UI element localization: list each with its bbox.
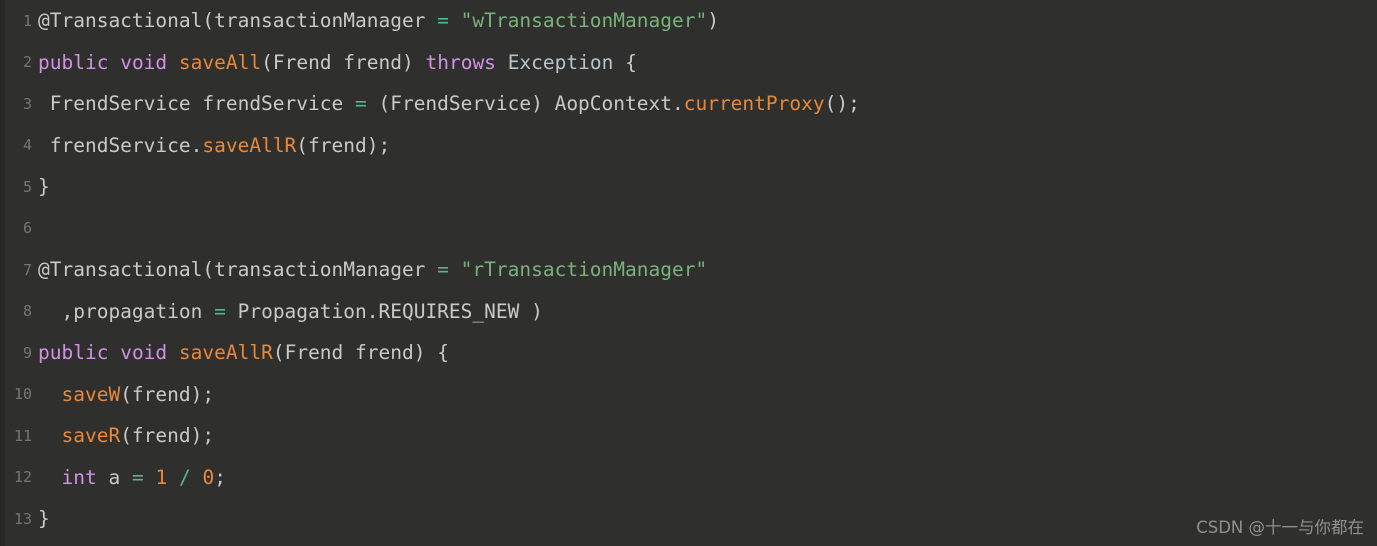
line-content[interactable]: frendService.saveAllR(frend);	[38, 134, 1377, 157]
code-token-operator: =	[437, 258, 449, 282]
code-token-plain: (frend);	[296, 133, 391, 157]
code-line[interactable]: 3 FrendService frendService = (FrendServ…	[0, 83, 1377, 125]
line-number: 5	[22, 177, 32, 196]
code-token-method: saveR	[61, 424, 121, 448]
code-token-plain: @Transactional(transactionManager	[38, 9, 438, 33]
line-number: 10	[13, 385, 32, 404]
line-content[interactable]: int a = 1 / 0;	[38, 466, 1377, 489]
line-number: 9	[22, 343, 32, 362]
code-token-type: Exception	[507, 50, 614, 74]
code-token-method: saveAllR	[178, 341, 273, 365]
code-token-plain: Propagation.REQUIRES_NEW )	[225, 299, 543, 323]
code-line[interactable]: 7 @Transactional(transactionManager = "rT…	[0, 249, 1377, 291]
line-number: 13	[13, 509, 32, 528]
code-token-method: saveW	[61, 382, 121, 406]
line-number: 3	[22, 94, 32, 113]
code-token-number: 1	[155, 465, 168, 489]
code-token-operator: =	[354, 92, 367, 116]
code-token-keyword: void	[120, 50, 168, 74]
code-line[interactable]: 6	[0, 208, 1377, 250]
line-content[interactable]: @Transactional(transactionManager = "rTr…	[38, 258, 1377, 281]
code-token-plain: ;	[214, 465, 226, 489]
code-line[interactable]: 9 public void saveAllR(Frend frend) {	[0, 332, 1377, 374]
line-number: 4	[22, 136, 32, 155]
code-line[interactable]: 1 @Transactional(transactionManager = "wT…	[0, 0, 1377, 42]
code-token-keyword: void	[120, 341, 168, 365]
code-token-method: saveAllR	[202, 133, 297, 157]
code-line[interactable]: 2 public void saveAll(Frend frend) throws…	[0, 42, 1377, 84]
code-token-plain: (Frend frend) {	[272, 341, 449, 365]
line-content[interactable]: }	[38, 175, 1377, 198]
line-number: 1	[22, 11, 32, 30]
code-token-plain: }	[38, 175, 50, 199]
line-content[interactable]: public void saveAll(Frend frend) throws …	[38, 51, 1377, 74]
code-token-variable: a	[108, 465, 121, 489]
code-token-keyword: throws	[425, 50, 496, 74]
code-token-keyword: public	[38, 341, 109, 365]
line-content[interactable]: saveW(frend);	[38, 383, 1377, 406]
code-line[interactable]: 12 int a = 1 / 0;	[0, 457, 1377, 499]
line-number: 7	[22, 260, 32, 279]
line-content[interactable]: ,propagation = Propagation.REQUIRES_NEW …	[38, 300, 1377, 323]
line-number: 11	[13, 426, 32, 445]
line-content[interactable]: FrendService frendService = (FrendServic…	[38, 92, 1377, 115]
code-token-operator: =	[214, 299, 226, 323]
csdn-watermark: CSDN @十一与你都在	[1196, 518, 1364, 537]
code-token-string: "wTransactionManager"	[460, 9, 708, 33]
code-token-plain: (Frend frend)	[261, 50, 426, 74]
line-number: 8	[22, 302, 32, 321]
code-editor[interactable]: 1 @Transactional(transactionManager = "wT…	[0, 0, 1377, 546]
code-token-method: saveAll	[178, 50, 262, 74]
code-token-plain: @Transactional(transactionManager	[38, 258, 438, 282]
line-number: 2	[22, 53, 32, 72]
code-token-plain: (FrendService) AopContext.	[366, 92, 684, 116]
code-token-plain: ,propagation	[38, 299, 215, 323]
code-line[interactable]: 13}	[0, 498, 1377, 540]
code-line-list: 1 @Transactional(transactionManager = "wT…	[0, 0, 1377, 540]
code-token-plain: {	[613, 50, 637, 74]
code-token-plain: frendService.	[38, 133, 203, 157]
line-content[interactable]: }	[38, 507, 1377, 530]
code-token-plain: (frend);	[120, 424, 215, 448]
code-token-method: currentProxy	[683, 92, 825, 116]
code-token-keyword: public	[38, 50, 109, 74]
code-token-number: 0	[202, 465, 215, 489]
line-content[interactable]: saveR(frend);	[38, 424, 1377, 447]
code-token-plain: (frend);	[120, 382, 215, 406]
code-line[interactable]: 8 ,propagation = Propagation.REQUIRES_NE…	[0, 291, 1377, 333]
code-token-operator: /	[178, 465, 191, 489]
code-token-operator: =	[131, 465, 144, 489]
code-token-plain: )	[707, 9, 719, 33]
code-line[interactable]: 5}	[0, 166, 1377, 208]
code-token-string: "rTransactionManager"	[460, 258, 708, 282]
code-line[interactable]: 11 saveR(frend);	[0, 415, 1377, 457]
code-token-plain: }	[38, 507, 50, 531]
line-number: 12	[13, 468, 32, 487]
line-content[interactable]: @Transactional(transactionManager = "wTr…	[38, 9, 1377, 32]
code-token-plain: FrendService frendService	[38, 92, 355, 116]
code-line[interactable]: 10 saveW(frend);	[0, 374, 1377, 416]
line-number: 6	[22, 219, 32, 238]
code-token-keyword: int	[61, 465, 97, 489]
code-line[interactable]: 4 frendService.saveAllR(frend);	[0, 125, 1377, 167]
line-content[interactable]: public void saveAllR(Frend frend) {	[38, 341, 1377, 364]
code-token-operator: =	[437, 9, 449, 33]
code-token-plain: ();	[824, 92, 860, 116]
